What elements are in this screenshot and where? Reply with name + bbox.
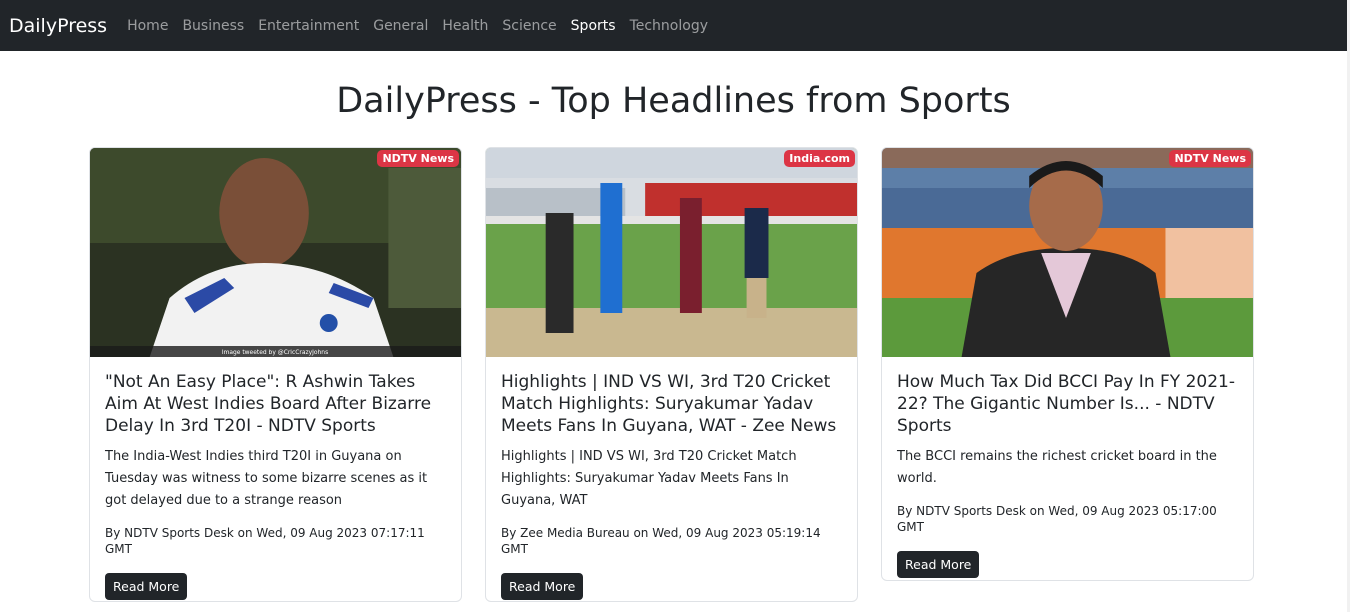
news-image-ashwin: Image tweeted by @CricCrazyJohns NDTV Ne… — [90, 148, 461, 357]
nav-item-health[interactable]: Health — [442, 18, 488, 34]
news-image-highlights: India.com — [486, 148, 857, 357]
source-badge: NDTV News — [1169, 150, 1251, 167]
news-card-bcci: NDTV News How Much Tax Did BCCI Pay In F… — [881, 147, 1254, 581]
navbar: DailyPress Home Business Entertainment G… — [0, 0, 1347, 51]
page-title: DailyPress - Top Headlines from Sports — [336, 81, 1011, 121]
nav-item-business[interactable]: Business — [182, 18, 244, 34]
nav-item-technology[interactable]: Technology — [630, 18, 708, 34]
nav-item-science[interactable]: Science — [502, 18, 556, 34]
nav-item-home[interactable]: Home — [127, 18, 168, 34]
brand-link[interactable]: DailyPress — [9, 15, 107, 37]
source-badge: NDTV News — [377, 150, 459, 167]
card-meta: By NDTV Sports Desk on Wed, 09 Aug 2023 … — [105, 526, 425, 556]
nav-item-general[interactable]: General — [373, 18, 428, 34]
news-card-highlights: India.com Highlights | IND VS WI, 3rd T2… — [485, 147, 858, 602]
card-meta: By Zee Media Bureau on Wed, 09 Aug 2023 … — [501, 526, 821, 556]
card-title: How Much Tax Did BCCI Pay In FY 2021-22?… — [897, 372, 1235, 436]
read-more-button[interactable]: Read More — [105, 573, 188, 600]
nav-item-entertainment[interactable]: Entertainment — [258, 18, 359, 34]
card-title: Highlights | IND VS WI, 3rd T20 Cricket … — [501, 372, 837, 436]
nav-item-sports[interactable]: Sports — [571, 18, 616, 34]
card-title: "Not An Easy Place": R Ashwin Takes Aim … — [105, 372, 432, 436]
read-more-button[interactable]: Read More — [501, 573, 584, 600]
image-caption: Image tweeted by @CricCrazyJohns — [222, 349, 328, 356]
card-description: The BCCI remains the richest cricket boa… — [897, 449, 1217, 486]
card-meta: By NDTV Sports Desk on Wed, 09 Aug 2023 … — [897, 504, 1217, 534]
news-card-ashwin: Image tweeted by @CricCrazyJohns NDTV Ne… — [89, 147, 462, 602]
news-image-bcci: NDTV News — [882, 148, 1253, 357]
card-description: The India-West Indies third T20I in Guya… — [105, 449, 428, 508]
card-description: Highlights | IND VS WI, 3rd T20 Cricket … — [501, 449, 797, 508]
source-badge: India.com — [784, 150, 855, 167]
read-more-button[interactable]: Read More — [897, 551, 980, 578]
